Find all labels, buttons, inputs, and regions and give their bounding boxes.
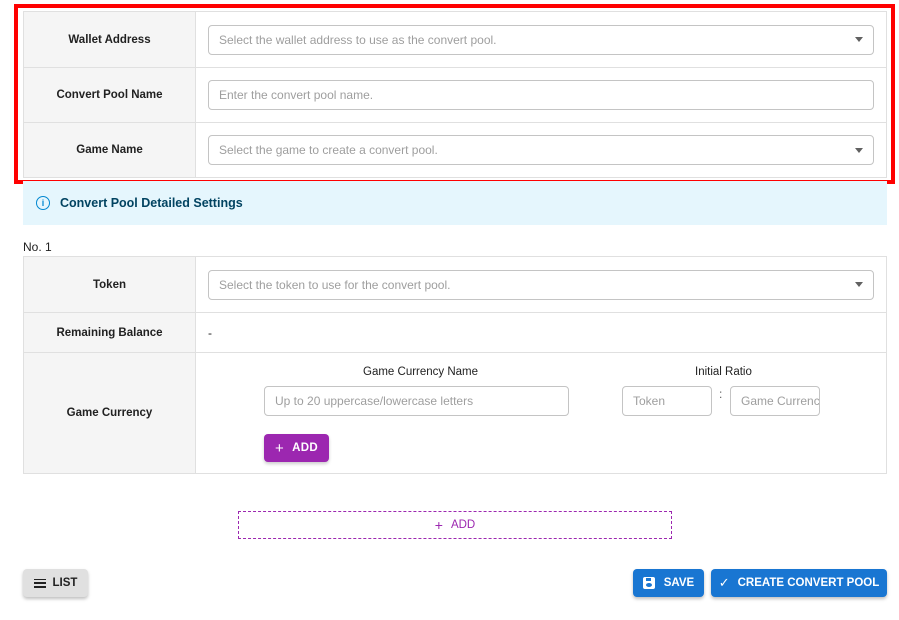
create-convert-pool-button[interactable]: ✓ CREATE CONVERT POOL	[711, 569, 887, 597]
create-convert-pool-label: CREATE CONVERT POOL	[737, 577, 880, 589]
remaining-balance-row: Remaining Balance -	[24, 313, 886, 353]
pool-entry-number: No. 1	[23, 240, 52, 254]
convert-pool-name-placeholder: Enter the convert pool name.	[219, 88, 374, 102]
list-button-label: LIST	[52, 577, 78, 589]
detailed-settings-title: Convert Pool Detailed Settings	[60, 196, 243, 210]
convert-pool-name-label: Convert Pool Name	[24, 68, 196, 122]
add-game-currency-label: ADD	[292, 442, 318, 454]
game-currency-label: Game Currency	[24, 353, 196, 473]
plus-icon: +	[275, 439, 285, 457]
basic-info-table: Wallet Address Select the wallet address…	[23, 11, 887, 178]
token-label: Token	[24, 257, 196, 312]
list-button[interactable]: LIST	[23, 569, 88, 597]
game-currency-name-input[interactable]: Up to 20 uppercase/lowercase letters	[264, 386, 569, 416]
game-name-row: Game Name Select the game to create a co…	[24, 123, 886, 178]
game-currency-name-header: Game Currency Name	[363, 366, 479, 378]
game-currency-row: Game Currency Game Currency Name Initial…	[24, 353, 886, 474]
pool-entry-table: Token Select the token to use for the co…	[23, 256, 887, 474]
wallet-address-row: Wallet Address Select the wallet address…	[24, 12, 886, 68]
game-name-select[interactable]: Select the game to create a convert pool…	[208, 135, 874, 165]
chevron-down-icon	[855, 282, 863, 287]
game-name-label: Game Name	[24, 123, 196, 177]
token-placeholder: Select the token to use for the convert …	[219, 277, 451, 292]
add-pool-entry-button[interactable]: + ADD	[238, 511, 672, 539]
wallet-address-label: Wallet Address	[24, 12, 196, 67]
token-row: Token Select the token to use for the co…	[24, 257, 886, 313]
list-icon	[33, 578, 46, 588]
wallet-address-placeholder: Select the wallet address to use as the …	[219, 32, 497, 47]
convert-pool-name-row: Convert Pool Name Enter the convert pool…	[24, 68, 886, 123]
save-icon	[642, 577, 655, 589]
chevron-down-icon	[855, 147, 863, 153]
ratio-game-currency-input[interactable]: Game Currency	[730, 386, 820, 416]
add-game-currency-button[interactable]: + ADD	[264, 434, 329, 462]
check-icon: ✓	[718, 575, 730, 590]
detailed-settings-alert: i Convert Pool Detailed Settings	[23, 181, 887, 225]
info-icon: i	[36, 196, 50, 210]
ratio-separator: :	[719, 387, 723, 401]
remaining-balance-label: Remaining Balance	[24, 313, 196, 352]
initial-ratio-header: Initial Ratio	[695, 366, 752, 378]
ratio-token-input[interactable]: Token	[622, 386, 712, 416]
plus-icon: +	[434, 517, 443, 533]
save-button-label: SAVE	[663, 577, 695, 589]
game-name-placeholder: Select the game to create a convert pool…	[219, 143, 438, 157]
convert-pool-name-input[interactable]: Enter the convert pool name.	[208, 80, 874, 110]
save-button[interactable]: SAVE	[633, 569, 704, 597]
token-select[interactable]: Select the token to use for the convert …	[208, 269, 874, 300]
add-pool-entry-label: ADD	[450, 519, 476, 531]
chevron-down-icon	[855, 37, 863, 42]
wallet-address-select[interactable]: Select the wallet address to use as the …	[208, 24, 874, 55]
remaining-balance-value: -	[208, 325, 212, 340]
